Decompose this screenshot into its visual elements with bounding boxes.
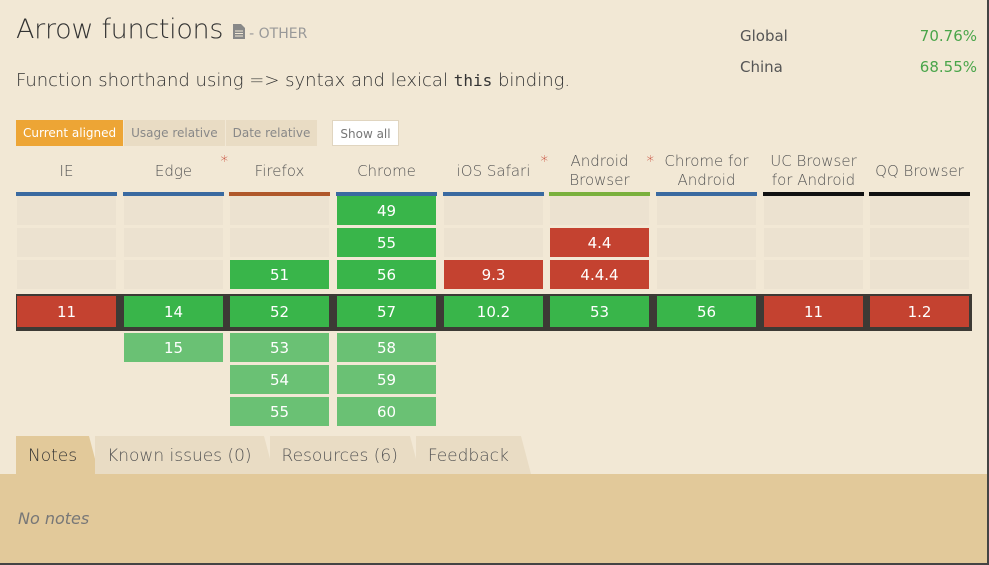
current-aligned-button[interactable]: Current aligned xyxy=(16,120,124,146)
version-cell xyxy=(657,260,756,289)
future-version-cell[interactable]: 59 xyxy=(337,365,436,394)
usage-row-global: Global 70.76% xyxy=(740,20,977,51)
tab-resources[interactable]: Resources (6) xyxy=(269,436,421,474)
feature-description: Function shorthand using => syntax and l… xyxy=(16,70,570,91)
browser-name: Firefox xyxy=(254,161,305,180)
browser-header-chrome-for-android: Chrome for Android xyxy=(656,150,757,196)
browser-name: Android Browser xyxy=(569,152,630,189)
version-cell xyxy=(444,196,543,225)
future-version-cell[interactable]: 60 xyxy=(337,397,436,426)
future-version-cell[interactable]: 55 xyxy=(230,397,329,426)
version-cell[interactable]: 4.4 xyxy=(550,228,649,257)
usage-percent: 70.76% xyxy=(919,26,977,45)
browser-header-qq-browser: QQ Browser xyxy=(869,150,970,196)
info-tabs: Notes Known issues (0) Resources (6) Feedba… xyxy=(16,436,531,474)
version-cell xyxy=(124,260,223,289)
version-cell xyxy=(17,260,116,289)
version-cell xyxy=(550,196,649,225)
version-cell xyxy=(657,228,756,257)
description-text-1: Function shorthand using => syntax and l… xyxy=(16,70,454,91)
version-cell xyxy=(870,228,969,257)
usage-label: Global xyxy=(740,26,788,45)
version-cell xyxy=(870,196,969,225)
note-star-icon[interactable]: * xyxy=(647,152,655,171)
future-version-cell[interactable]: 58 xyxy=(337,333,436,362)
date-relative-button[interactable]: Date relative xyxy=(225,120,318,146)
version-cell xyxy=(17,196,116,225)
version-cell[interactable]: 55 xyxy=(337,228,436,257)
notes-panel: No notes xyxy=(0,474,987,563)
version-cell[interactable]: 49 xyxy=(337,196,436,225)
version-cell xyxy=(124,228,223,257)
usage-row-china: China 68.55% xyxy=(740,51,977,82)
current-version-cell[interactable]: 14 xyxy=(124,296,223,327)
description-code: this xyxy=(453,71,493,90)
browser-name: Chrome for Android xyxy=(664,152,749,189)
current-version-cell[interactable]: 56 xyxy=(657,296,756,327)
current-version-cell[interactable]: 11 xyxy=(764,296,863,327)
version-cell[interactable]: 51 xyxy=(230,260,329,289)
tab-feedback[interactable]: Feedback xyxy=(415,436,531,474)
future-version-cell[interactable]: 54 xyxy=(230,365,329,394)
usage-stats: Global 70.76% China 68.55% xyxy=(740,20,977,82)
view-filters: Current aligned Usage relative Date rela… xyxy=(16,120,399,146)
browser-name: UC Browser for Android xyxy=(770,152,857,189)
version-cell xyxy=(764,260,863,289)
usage-label: China xyxy=(740,57,783,76)
future-version-cell[interactable]: 15 xyxy=(124,333,223,362)
version-cell[interactable]: 4.4.4 xyxy=(550,260,649,289)
no-notes-text: No notes xyxy=(18,509,90,528)
feature-title-row: Arrow functions - OTHER xyxy=(16,14,307,45)
current-version-cell[interactable]: 52 xyxy=(230,296,329,327)
version-cell[interactable]: 56 xyxy=(337,260,436,289)
version-cell[interactable]: 9.3 xyxy=(444,260,543,289)
browser-name: Edge xyxy=(154,161,193,180)
category-label[interactable]: - OTHER xyxy=(249,26,307,42)
description-text-2: binding. xyxy=(492,70,571,91)
browser-header-chrome: Chrome xyxy=(336,150,437,196)
tab-known[interactable]: Known issues (0) xyxy=(95,436,274,474)
browser-header-uc-browser-for-android: UC Browser for Android xyxy=(763,150,864,196)
browser-header-ios-safari: iOS Safari * xyxy=(443,150,548,196)
current-version-cell[interactable]: 57 xyxy=(337,296,436,327)
current-version-cell[interactable]: 10.2 xyxy=(444,296,543,327)
page-title: Arrow functions xyxy=(16,14,224,45)
usage-percent: 68.55% xyxy=(919,57,977,76)
usage-relative-button[interactable]: Usage relative xyxy=(124,120,225,146)
version-cell xyxy=(444,228,543,257)
version-cell xyxy=(17,228,116,257)
version-cell xyxy=(230,228,329,257)
browser-header-ie: IE xyxy=(16,150,117,196)
current-version-cell[interactable]: 53 xyxy=(550,296,649,327)
version-cell xyxy=(657,196,756,225)
show-all-button[interactable]: Show all xyxy=(332,120,399,146)
browser-name: Chrome xyxy=(357,161,416,180)
note-star-icon[interactable]: * xyxy=(221,152,229,171)
version-cell xyxy=(764,228,863,257)
browser-name: iOS Safari xyxy=(456,161,531,180)
version-cell xyxy=(230,196,329,225)
browser-headers: IE Edge * Firefox Chrome iOS Safari * Android B… xyxy=(16,150,972,196)
current-version-cell[interactable]: 11 xyxy=(17,296,116,327)
current-version-cell[interactable]: 1.2 xyxy=(870,296,969,327)
future-version-cell[interactable]: 53 xyxy=(230,333,329,362)
document-icon[interactable] xyxy=(233,24,246,39)
browser-header-edge: Edge * xyxy=(123,150,228,196)
browser-name: IE xyxy=(59,161,74,180)
browser-header-firefox: Firefox xyxy=(229,150,330,196)
tab-notes[interactable]: Notes xyxy=(16,436,100,474)
browser-name: QQ Browser xyxy=(875,161,964,180)
browser-header-android-browser: Android Browser * xyxy=(549,150,654,196)
version-cell xyxy=(870,260,969,289)
version-cell xyxy=(124,196,223,225)
note-star-icon[interactable]: * xyxy=(541,152,549,171)
version-cell xyxy=(764,196,863,225)
